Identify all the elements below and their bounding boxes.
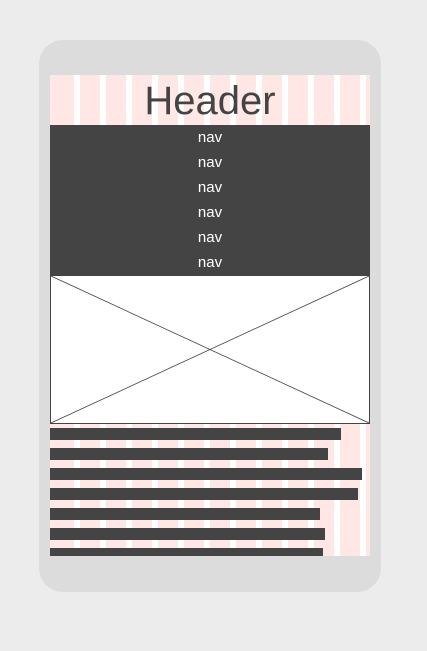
page-header: Header xyxy=(50,75,370,125)
nav-menu: nav nav nav nav nav nav xyxy=(50,125,370,275)
nav-item[interactable]: nav xyxy=(50,125,370,150)
screen: Header nav nav nav nav nav nav xyxy=(50,75,370,556)
nav-item[interactable]: nav xyxy=(50,225,370,250)
nav-item[interactable]: nav xyxy=(50,175,370,200)
header-title: Header xyxy=(144,79,276,123)
device-frame: Header nav nav nav nav nav nav xyxy=(39,40,381,592)
text-placeholder-line xyxy=(50,528,325,540)
image-placeholder-cross-icon xyxy=(51,276,369,423)
text-placeholder-line xyxy=(50,548,323,556)
image-placeholder xyxy=(50,275,370,424)
text-placeholder-line xyxy=(50,428,341,440)
text-placeholder-line xyxy=(50,468,362,480)
text-placeholder-line xyxy=(50,508,320,520)
nav-item[interactable]: nav xyxy=(50,150,370,175)
text-placeholder-block xyxy=(50,424,370,556)
nav-item[interactable]: nav xyxy=(50,250,370,275)
text-placeholder-line xyxy=(50,488,358,500)
text-placeholder-line xyxy=(50,448,328,460)
nav-item[interactable]: nav xyxy=(50,200,370,225)
